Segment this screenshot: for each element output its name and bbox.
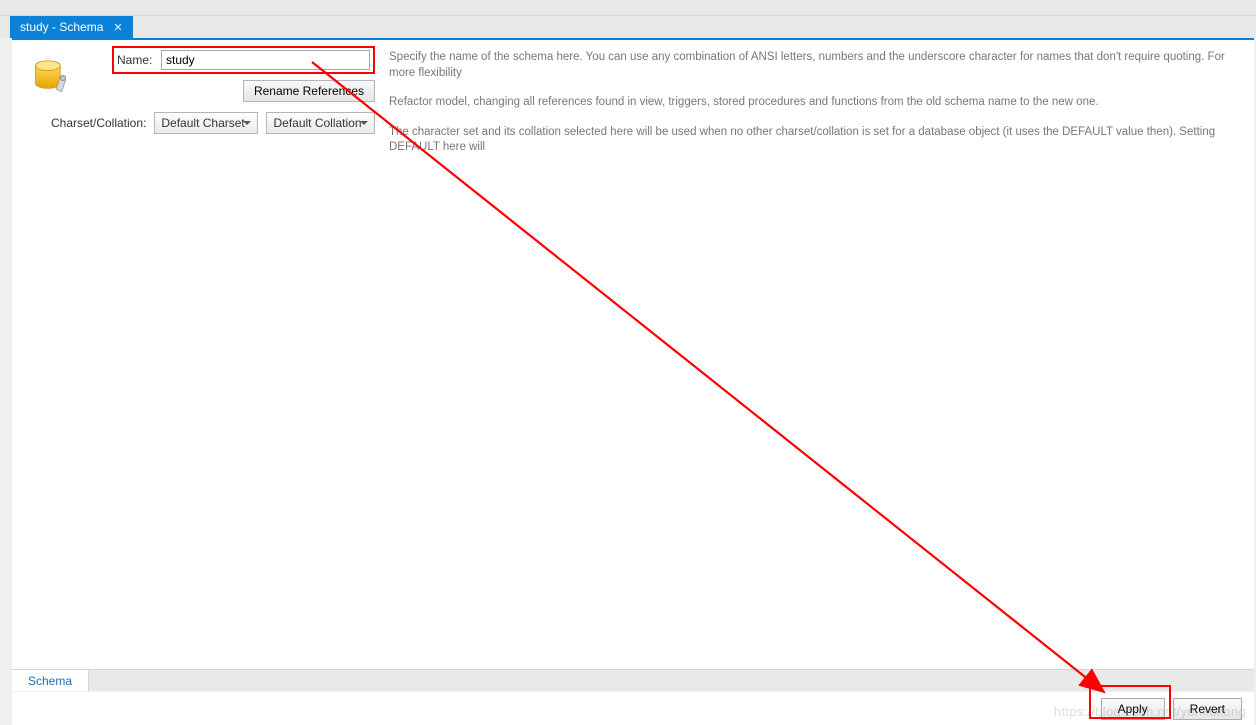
collation-selected-value: Default Collation [273,116,361,130]
charset-select[interactable]: Default Charset [154,112,258,134]
window-toolbar-placeholder [0,0,1256,16]
help-paragraph-refactor: Refactor model, changing all references … [389,95,1240,111]
help-paragraph-name: Specify the name of the schema here. You… [389,50,1240,81]
close-icon[interactable]: ✕ [113,21,122,34]
rename-references-button[interactable]: Rename References [243,80,375,102]
tab-study-schema[interactable]: study - Schema ✕ [10,16,133,38]
help-text-column: Specify the name of the schema here. You… [375,46,1246,170]
tab-title: study - Schema [20,20,103,34]
apply-button[interactable]: Apply [1101,698,1165,720]
schema-editor: Name: Rename References Charset/Collatio… [12,38,1254,725]
collation-select[interactable]: Default Collation [266,112,375,134]
schema-icon [30,56,74,100]
action-button-bar: Apply Revert [12,691,1254,725]
schema-name-input[interactable] [161,50,370,70]
charset-collation-label: Charset/Collation: [48,116,146,130]
revert-button[interactable]: Revert [1173,698,1242,720]
help-paragraph-charset: The character set and its collation sele… [389,125,1240,156]
bottom-tab-schema[interactable]: Schema [12,670,89,691]
name-label: Name: [117,53,161,67]
schema-form-area: Name: Rename References Charset/Collatio… [12,40,1254,669]
bottom-tabstrip: Schema [12,669,1254,691]
charset-selected-value: Default Charset [161,116,244,130]
editor-tabbar: study - Schema ✕ [0,16,1256,38]
name-row-highlight: Name: [112,46,375,74]
